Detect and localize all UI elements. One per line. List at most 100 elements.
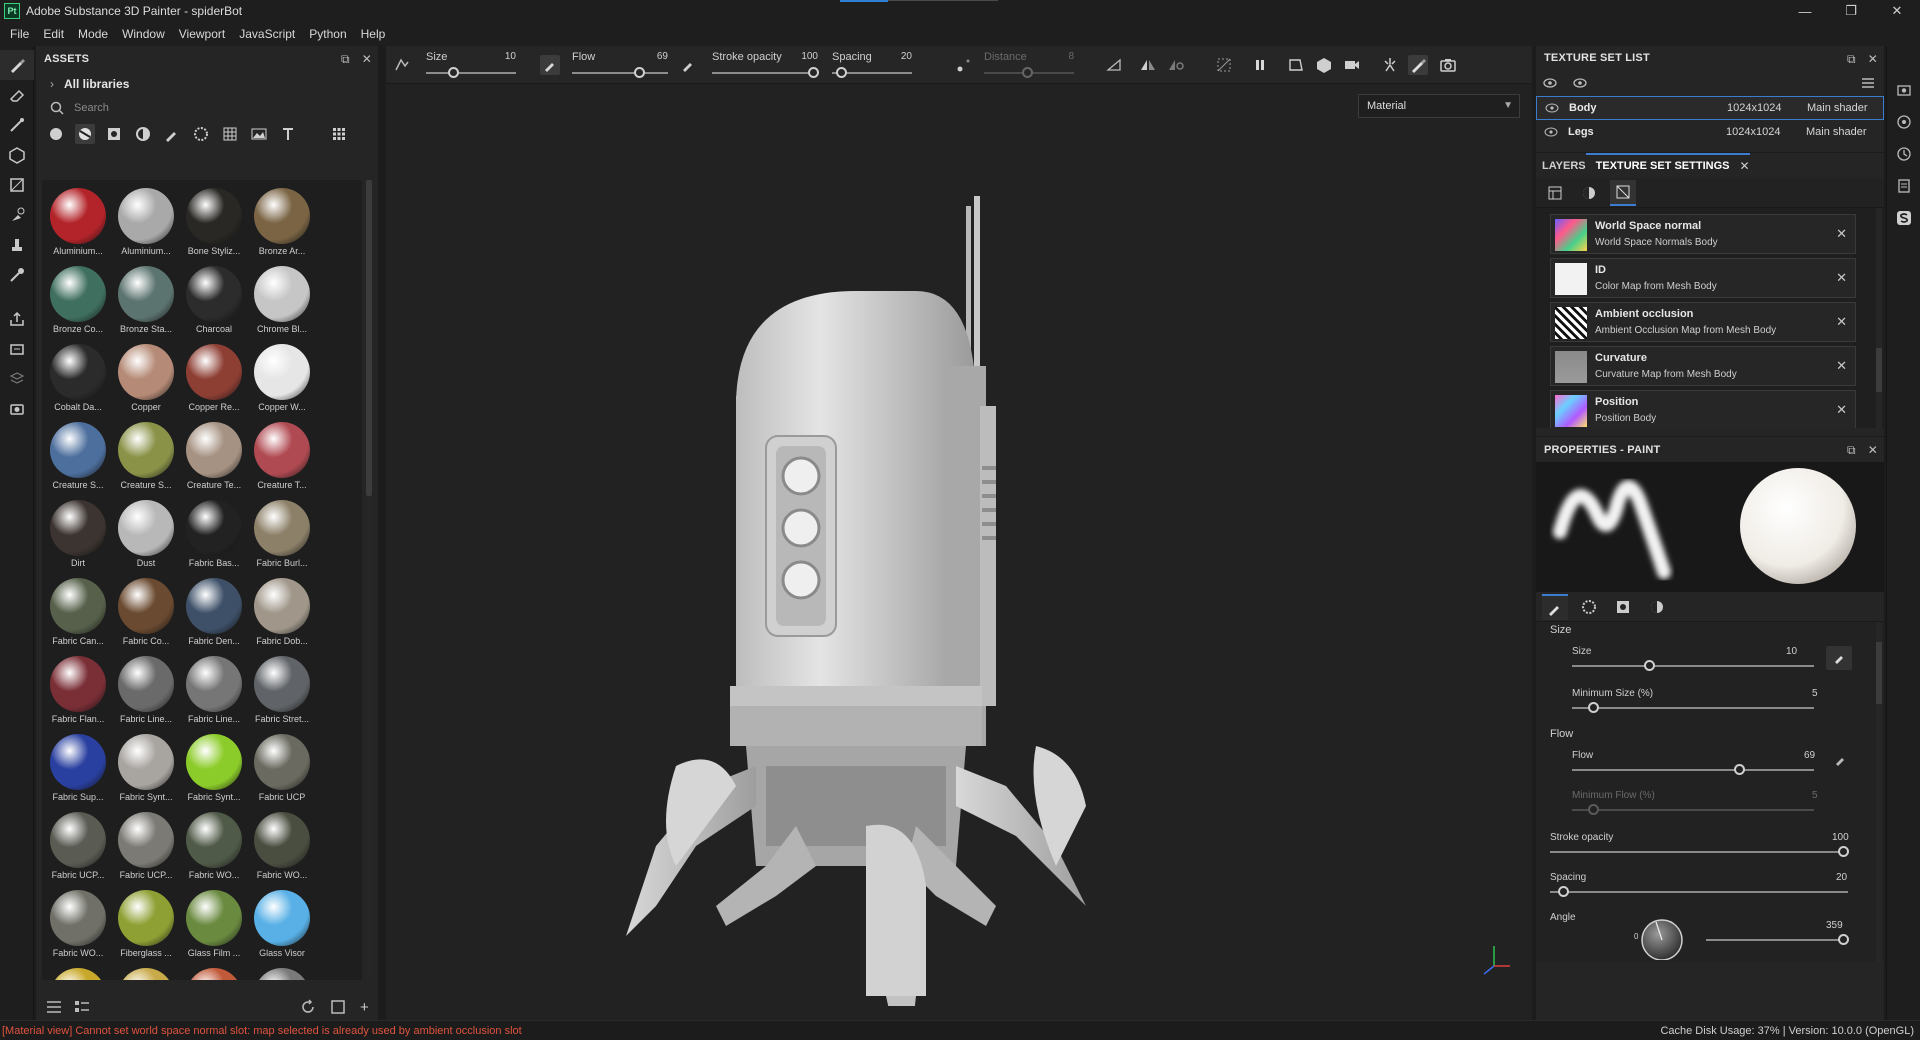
spacing-value[interactable]: 20 <box>1836 872 1847 883</box>
material-thumbnail[interactable]: Fabric Can... <box>44 574 112 650</box>
list-view-icon[interactable] <box>74 1000 90 1014</box>
maximize-button[interactable]: ❐ <box>1828 0 1874 22</box>
flow-slider[interactable]: Flow 69 <box>572 48 668 82</box>
viewport[interactable]: Size 10 Flow 69 Stroke opacity 100 Spaci… <box>386 46 1532 1020</box>
paint-tool-button[interactable] <box>0 50 34 80</box>
filter-materials-button[interactable] <box>46 124 66 144</box>
flow-pressure-button[interactable] <box>678 55 698 75</box>
material-thumbnail[interactable]: Charcoal <box>180 262 248 338</box>
material-thumbnail[interactable]: Fabric Line... <box>180 652 248 728</box>
material-thumbnail[interactable]: Bronze Ar... <box>248 184 316 260</box>
material-thumbnail[interactable]: Fabric Flan... <box>44 652 112 728</box>
brush-size-knob[interactable] <box>1644 660 1655 671</box>
assets-scroll-thumb[interactable] <box>366 180 372 496</box>
shader-settings-dock-button[interactable] <box>1887 106 1920 138</box>
clone-tool-button[interactable] <box>0 230 34 260</box>
close-window-button[interactable]: ✕ <box>1874 0 1920 22</box>
min-size-value[interactable]: 5 <box>1812 688 1818 699</box>
size-slider[interactable]: Size 10 <box>426 48 516 82</box>
filter-text-button[interactable] <box>278 124 298 144</box>
color-picker-tool-button[interactable] <box>0 260 34 290</box>
spiderbot-model[interactable] <box>616 146 1116 1006</box>
mesh-maps-scroll-thumb[interactable] <box>1876 348 1882 392</box>
clear-map-icon[interactable]: ✕ <box>1836 226 1847 242</box>
close-panel-icon[interactable]: ✕ <box>1868 52 1878 66</box>
minimize-button[interactable]: — <box>1782 0 1828 22</box>
3d-view-button[interactable] <box>1314 55 1334 75</box>
mesh-map-slot[interactable]: Curvature Curvature Map from Mesh Body ✕ <box>1550 346 1856 386</box>
distance-slider[interactable]: Distance 8 <box>984 48 1074 82</box>
library-selector[interactable]: › All libraries <box>36 72 378 96</box>
log-dock-button[interactable] <box>1887 170 1920 202</box>
smudge-tool-button[interactable] <box>0 200 34 230</box>
float-panel-icon[interactable]: ⧉ <box>1847 52 1856 67</box>
assets-scrollbar[interactable] <box>366 180 372 980</box>
material-thumbnail[interactable]: Glass Film ... <box>180 886 248 962</box>
material-thumbnail[interactable]: Creature S... <box>112 418 180 494</box>
material-props-tab[interactable] <box>1644 594 1670 620</box>
menu-edit[interactable]: Edit <box>43 27 64 41</box>
material-thumbnail[interactable]: Copper <box>112 340 180 416</box>
texture-set-row-body[interactable]: Body 1024x1024 Main shader <box>1536 96 1884 120</box>
material-thumbnail[interactable]: Fabric UCP <box>248 730 316 806</box>
material-thumbnail[interactable]: Fabric Dob... <box>248 574 316 650</box>
mesh-maps-tab-button[interactable] <box>1610 179 1636 206</box>
add-icon[interactable]: + <box>360 999 369 1016</box>
material-thumbnail[interactable]: Fiberglass ... <box>112 886 180 962</box>
material-thumbnail[interactable]: Fabric Synt... <box>112 730 180 806</box>
menu-icon[interactable] <box>1860 76 1876 90</box>
stencil-props-tab[interactable] <box>1610 594 1636 620</box>
pen-pressure-icon[interactable] <box>1834 754 1846 766</box>
material-thumbnail[interactable]: Fabric Sup... <box>44 730 112 806</box>
material-thumbnail[interactable]: Dust <box>112 496 180 572</box>
angle-value[interactable]: 359 <box>1826 920 1843 931</box>
menu-javascript[interactable]: JavaScript <box>239 27 295 41</box>
visibility-settings-icon[interactable] <box>1542 76 1558 90</box>
list-settings-icon[interactable] <box>46 1000 62 1014</box>
menu-python[interactable]: Python <box>309 27 346 41</box>
symmetry-settings-button[interactable] <box>1166 55 1186 75</box>
paint-mode-button[interactable] <box>1408 55 1428 75</box>
material-thumbnail[interactable]: Bronze Co... <box>44 262 112 338</box>
material-thumbnail[interactable]: Fabric UCP... <box>112 808 180 884</box>
settings-tab-button[interactable] <box>1542 180 1568 206</box>
material-thumbnail[interactable]: Fabric Den... <box>180 574 248 650</box>
alpha-props-tab[interactable] <box>1576 594 1602 620</box>
filter-smart-masks-button[interactable] <box>133 124 153 144</box>
material-thumbnail[interactable]: Fabric UCP... <box>44 808 112 884</box>
eraser-tool-button[interactable] <box>0 80 34 110</box>
material-thumbnail[interactable]: Dirt <box>44 496 112 572</box>
eye-icon[interactable] <box>1544 127 1558 137</box>
properties-scrollbar[interactable] <box>1876 622 1882 962</box>
material-thumbnail[interactable] <box>44 964 112 980</box>
min-size-knob[interactable] <box>1588 702 1599 713</box>
substance-dock-button[interactable] <box>1887 202 1920 234</box>
clear-map-icon[interactable]: ✕ <box>1836 270 1847 286</box>
screenshot-button[interactable] <box>0 394 34 424</box>
grid-view-button[interactable] <box>329 124 349 144</box>
material-thumbnail[interactable]: Cobalt Da... <box>44 340 112 416</box>
menu-mode[interactable]: Mode <box>78 27 108 41</box>
material-thumbnail[interactable]: Fabric Synt... <box>180 730 248 806</box>
filter-grunges-button[interactable] <box>220 124 240 144</box>
material-thumbnail[interactable]: Creature T... <box>248 418 316 494</box>
angle-dial[interactable] <box>1636 914 1688 960</box>
mesh-map-slot[interactable]: ID Color Map from Mesh Body ✕ <box>1550 258 1856 298</box>
refresh-icon[interactable] <box>300 999 316 1015</box>
texture-set-shader[interactable]: Main shader <box>1807 102 1868 114</box>
clear-map-icon[interactable]: ✕ <box>1836 402 1847 418</box>
layers-stack-button[interactable] <box>0 364 34 394</box>
alignment-button[interactable] <box>1104 55 1124 75</box>
texture-set-shader[interactable]: Main shader <box>1806 126 1867 138</box>
brush-size-value[interactable]: 10 <box>1786 646 1797 657</box>
bake-button[interactable] <box>0 334 34 364</box>
camera-button[interactable] <box>1342 55 1362 75</box>
filter-textures-button[interactable] <box>191 124 211 144</box>
2d-view-button[interactable] <box>1286 55 1306 75</box>
display-mode-select[interactable]: Material ▼ <box>1358 94 1520 118</box>
flow-knob[interactable] <box>1734 764 1745 775</box>
spacing-knob[interactable] <box>1558 886 1569 897</box>
material-thumbnail[interactable]: Chrome Bl... <box>248 262 316 338</box>
flow-knob[interactable] <box>634 67 645 78</box>
material-thumbnail[interactable]: Fabric WO... <box>44 886 112 962</box>
